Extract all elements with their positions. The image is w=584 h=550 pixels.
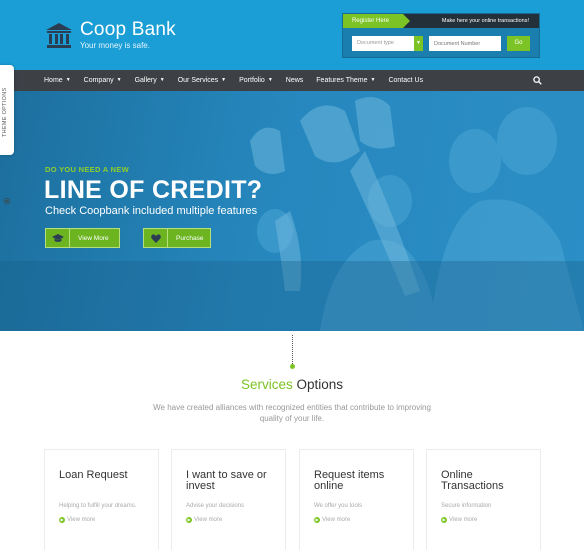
heart-icon <box>144 229 168 247</box>
caret-down-icon: ▼ <box>116 77 122 83</box>
view-more-link[interactable]: ▶ View more <box>314 517 350 523</box>
service-card-online-transactions[interactable]: Online Transactions Secure information ▶… <box>426 449 541 550</box>
section-divider-line <box>292 335 293 364</box>
section-divider-dot <box>290 364 295 369</box>
hero-title: LINE OF CREDIT? <box>44 176 263 204</box>
document-type-select[interactable]: Document type ▼ <box>352 36 423 51</box>
service-card-loan[interactable]: Loan Request Helping to fulfill your dre… <box>44 449 159 550</box>
view-more-link-label: View more <box>67 517 96 523</box>
register-button[interactable]: Register Here <box>343 14 411 28</box>
nav-item-contact-us[interactable]: Contact Us <box>388 70 423 91</box>
nav-item-gallery[interactable]: Gallery ▼ <box>135 70 165 91</box>
view-more-link-label: View more <box>322 517 351 523</box>
arrow-right-icon: ▶ <box>441 517 447 523</box>
services-title: Services Options <box>0 377 584 392</box>
services-title-rest: Options <box>292 377 344 392</box>
transactions-bar: Register Here Make here your online tran… <box>343 14 539 28</box>
view-more-link-label: View more <box>449 517 478 523</box>
nav-item-portfolio[interactable]: Portfolio ▼ <box>239 70 273 91</box>
brand-tagline: Your money is safe. <box>80 41 150 50</box>
card-description: We offer you tools <box>314 503 363 509</box>
caret-down-icon: ▼ <box>65 77 71 83</box>
nav-item-our-services[interactable]: Our Services ▼ <box>178 70 226 91</box>
theme-options-label: THEME OPTIONS <box>2 87 8 137</box>
card-description: Advise your decisions <box>186 503 245 509</box>
search-icon[interactable] <box>533 76 542 85</box>
caret-down-icon: ▼ <box>159 77 165 83</box>
gear-icon <box>3 197 11 205</box>
view-more-label: View More <box>78 234 109 242</box>
nav-item-label: Portfolio <box>239 77 265 84</box>
go-button[interactable]: Go <box>507 36 530 51</box>
card-title: Loan Request <box>59 469 128 481</box>
document-type-placeholder: Document type <box>357 40 394 46</box>
site-header: Coop Bank Your money is safe. Register H… <box>0 0 584 70</box>
view-more-link[interactable]: ▶ View more <box>186 517 222 523</box>
card-title: I want to save or invest <box>186 469 267 492</box>
caret-down-icon: ▼ <box>221 77 227 83</box>
arrow-right-icon: ▶ <box>59 517 65 523</box>
arrow-right-icon: ▶ <box>314 517 320 523</box>
card-title: Request items online <box>314 469 385 492</box>
service-card-save-invest[interactable]: I want to save or invest Advise your dec… <box>171 449 286 550</box>
brand-name: Coop Bank <box>80 19 176 40</box>
nav-item-company[interactable]: Company ▼ <box>84 70 122 91</box>
nav-item-label: Our Services <box>177 77 219 84</box>
nav-items: Home ▼ Company ▼ Gallery ▼ Our Services ▼ Po… <box>44 70 436 91</box>
bank-icon <box>46 22 72 48</box>
purchase-label: Purchase <box>176 234 204 242</box>
chevron-down-icon: ▼ <box>414 36 423 51</box>
services-description: We have created alliances with recognize… <box>153 403 431 423</box>
caret-down-icon: ▼ <box>370 77 376 83</box>
nav-item-label: Gallery <box>134 77 157 84</box>
view-more-button[interactable]: View More <box>45 228 120 248</box>
nav-item-label: Contact Us <box>388 77 424 84</box>
hero-banner: DO YOU NEED A NEW LINE OF CREDIT? Check … <box>0 91 584 331</box>
view-more-link[interactable]: ▶ View more <box>441 517 477 523</box>
view-more-link-label: View more <box>194 517 223 523</box>
view-more-link[interactable]: ▶ View more <box>59 517 95 523</box>
purchase-button[interactable]: Purchase <box>143 228 211 248</box>
caret-down-icon: ▼ <box>267 77 273 83</box>
nav-item-label: Company <box>83 77 114 84</box>
graduation-cap-icon <box>46 229 70 247</box>
transactions-message: Make here your online transactions! <box>441 18 529 24</box>
brand-logo[interactable]: Coop Bank Your money is safe. <box>44 20 176 51</box>
hero-subtitle: Check Coopbank included multiple feature… <box>45 205 258 217</box>
nav-item-news[interactable]: News <box>286 70 304 91</box>
hero-kicker: DO YOU NEED A NEW <box>45 165 129 174</box>
main-nav: Home ▼ Company ▼ Gallery ▼ Our Services ▼ Po… <box>0 70 584 91</box>
nav-item-label: Home <box>44 77 63 84</box>
theme-options-tab[interactable]: THEME OPTIONS <box>0 65 14 205</box>
document-number-input[interactable] <box>429 36 501 51</box>
card-description: Secure information <box>441 503 492 509</box>
services-title-accent: Services <box>240 377 293 392</box>
nav-item-label: Features Theme <box>316 77 368 84</box>
online-transactions-box: Register Here Make here your online tran… <box>342 13 540 58</box>
nav-item-label: News <box>285 77 304 84</box>
nav-item-features-theme[interactable]: Features Theme ▼ <box>316 70 375 91</box>
arrow-right-icon: ▶ <box>186 517 192 523</box>
transactions-form: Document type ▼ Go <box>352 36 530 51</box>
card-description: Helping to fulfill your dreams. <box>59 503 137 509</box>
nav-item-home[interactable]: Home ▼ <box>44 70 71 91</box>
card-title: Online Transactions <box>441 469 504 492</box>
service-card-request-items[interactable]: Request items online We offer you tools … <box>299 449 414 550</box>
